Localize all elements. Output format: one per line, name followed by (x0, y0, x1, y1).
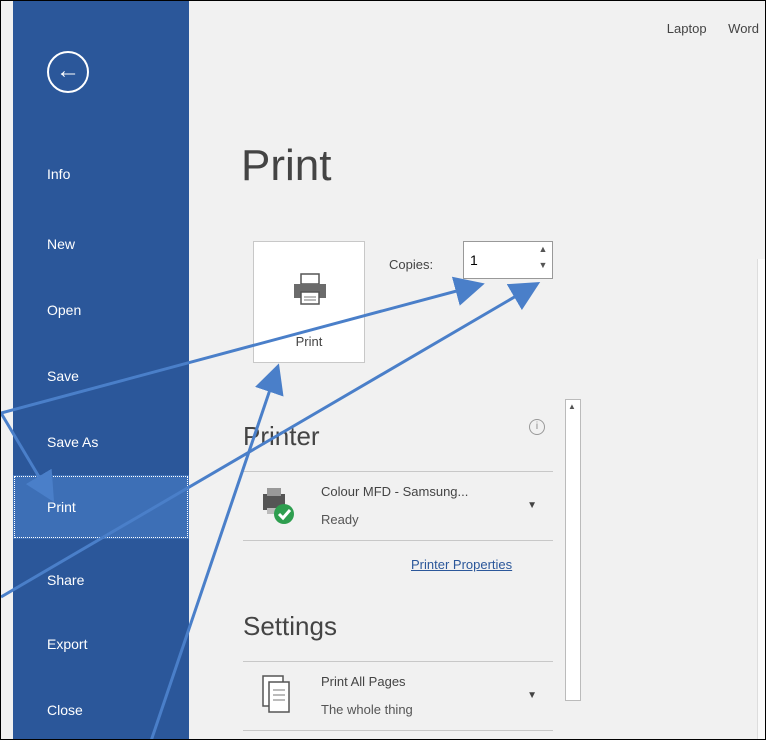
printer-name: Colour MFD - Samsung... (321, 484, 469, 499)
nav-label: New (47, 236, 76, 252)
copies-input[interactable] (468, 248, 528, 272)
copies-label: Copies: (389, 257, 434, 272)
copies-stepper[interactable]: ▲ ▼ (463, 241, 553, 279)
nav-label: Share (47, 572, 85, 588)
printer-section-title: Printer (243, 421, 320, 451)
nav-label: Save As (47, 434, 99, 450)
nav-label: Info (47, 166, 71, 182)
nav-label: Export (47, 636, 88, 652)
nav-label: Open (47, 302, 82, 318)
back-arrow-icon[interactable]: ← (47, 51, 89, 93)
print-pane: Laptop Word Print Print Copies: ▲ ▼ Prin… (189, 1, 765, 739)
nav-label: Print (47, 499, 76, 515)
title-app: Word (728, 21, 759, 36)
nav-export[interactable]: Export (13, 621, 189, 667)
chevron-down-icon: ▼ (527, 690, 537, 701)
title-laptop: Laptop (666, 21, 707, 36)
print-preview-area (617, 231, 765, 739)
nav-save-as[interactable]: Save As (13, 419, 189, 465)
nav-close[interactable]: Close (13, 687, 189, 733)
settings-section-title: Settings (243, 611, 337, 641)
copies-decrement-icon[interactable]: ▼ (536, 260, 550, 276)
nav-info[interactable]: Info (13, 151, 189, 197)
printer-icon (294, 273, 326, 305)
backstage-sidebar: ← Info New Open Save Save As Print Share… (13, 1, 189, 739)
print-range-value: Print All Pages (321, 674, 406, 689)
nav-print[interactable]: Print (13, 475, 189, 539)
nav-save[interactable]: Save (13, 353, 189, 399)
settings-scrollbar[interactable]: ▲ (565, 399, 581, 701)
print-backstage: ← Info New Open Save Save As Print Share… (0, 0, 766, 740)
print-range-description: The whole thing (321, 702, 413, 717)
page-title: Print (241, 141, 332, 190)
print-range-dropdown[interactable]: Print All Pages The whole thing ▼ (243, 661, 553, 731)
printer-status-icon (263, 488, 294, 524)
title-bar: Laptop Word (649, 21, 759, 36)
printer-status: Ready (321, 512, 359, 527)
copies-increment-icon[interactable]: ▲ (536, 244, 550, 260)
scroll-up-icon[interactable]: ▲ (568, 402, 576, 411)
nav-new[interactable]: New (13, 221, 189, 267)
nav-label: Save (47, 368, 79, 384)
nav-share[interactable]: Share (13, 557, 189, 603)
printer-dropdown[interactable]: Colour MFD - Samsung... Ready ▼ (243, 471, 553, 541)
nav-label: Close (47, 702, 83, 718)
printer-properties-link[interactable]: Printer Properties (411, 557, 512, 572)
pages-icon (262, 675, 290, 713)
print-preview-page (757, 259, 765, 739)
chevron-down-icon: ▼ (527, 500, 537, 511)
nav-open[interactable]: Open (13, 287, 189, 333)
print-button-label: Print (295, 334, 323, 349)
print-button[interactable]: Print (253, 241, 365, 363)
info-icon[interactable]: i (529, 419, 545, 435)
